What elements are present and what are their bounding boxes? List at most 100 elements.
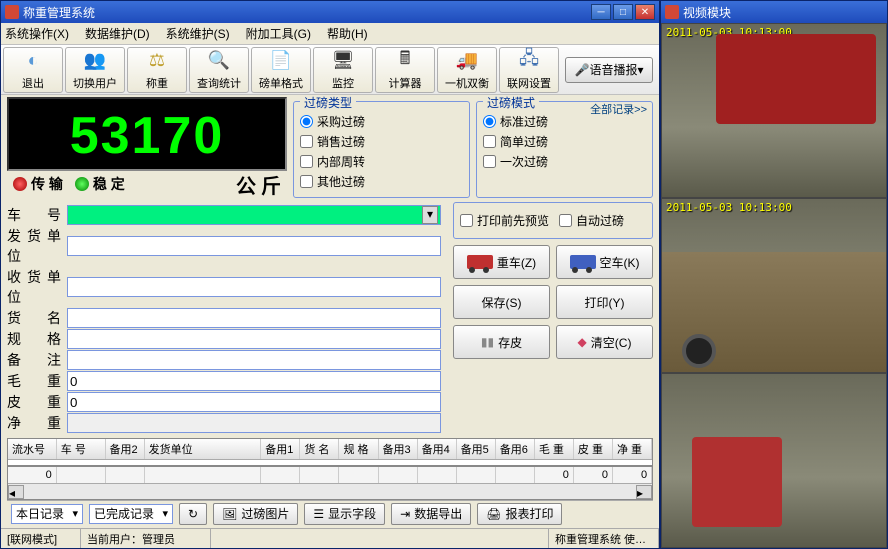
show-fields-button[interactable]: ☰ 显示字段: [304, 503, 385, 525]
col-header[interactable]: 货 名: [300, 439, 339, 459]
weight-display: 53170: [7, 97, 287, 171]
video-title: 视频模块: [683, 4, 731, 21]
video-window: 视频模块 2011-05-03 10:13:00 2011-05-03 10:1…: [660, 0, 888, 549]
weigh-image-button[interactable]: 🖼 过磅图片: [213, 503, 298, 525]
weigh-type-group: 过磅类型 采购过磅 销售过磅 内部周转 其他过磅: [293, 101, 470, 198]
report-print-button[interactable]: 🖨 报表打印: [477, 503, 562, 525]
tool-dual-scale[interactable]: 🚚一机双衡: [437, 47, 497, 93]
main-window: 称重管理系统 ─ □ ✕ 系统操作(X) 数据维护(D) 系统维护(S) 附加工…: [0, 0, 660, 549]
main-title: 称重管理系统: [23, 4, 95, 21]
clear-button[interactable]: ◆清空(C): [556, 325, 653, 359]
check-preview[interactable]: [460, 214, 473, 227]
voice-broadcast-button[interactable]: 🎤 语音播报 ▾: [565, 57, 653, 83]
tool-weigh[interactable]: ⚖称重: [127, 47, 187, 93]
menu-help[interactable]: 帮助(H): [327, 25, 368, 42]
refresh-button[interactable]: ↻: [179, 503, 207, 525]
save-button[interactable]: 保存(S): [453, 285, 550, 319]
camera-feed-2[interactable]: 2011-05-03 10:13:00: [661, 198, 887, 373]
footer-cell: [496, 467, 535, 483]
red-truck-icon: [467, 255, 493, 269]
col-header[interactable]: 备用6: [496, 439, 535, 459]
footer-cell: 0: [574, 467, 613, 483]
net-input: [67, 413, 441, 433]
preview-group: 打印前先预览 自动过磅: [453, 202, 653, 239]
stable-label: 稳 定: [93, 174, 125, 194]
col-header[interactable]: 备用1: [261, 439, 300, 459]
tool-query[interactable]: 🔍查询统计: [189, 47, 249, 93]
transfer-label: 传 输: [31, 174, 63, 194]
done-records-combo[interactable]: 已完成记录: [89, 504, 173, 524]
camera-feed-1[interactable]: 2011-05-03 10:13:00: [661, 23, 887, 198]
goods-input[interactable]: [67, 308, 441, 328]
main-titlebar[interactable]: 称重管理系统 ─ □ ✕: [1, 1, 659, 23]
tool-calculator[interactable]: 🖩计算器: [375, 47, 435, 93]
col-header[interactable]: 备用4: [418, 439, 457, 459]
footer-cell: [379, 467, 418, 483]
footer-cell: [261, 467, 300, 483]
sender-input[interactable]: [67, 236, 441, 256]
minimize-button[interactable]: ─: [591, 4, 611, 20]
footer-cell: [457, 467, 496, 483]
tare-input[interactable]: [67, 392, 441, 412]
unit-label: 公 斤: [125, 170, 281, 199]
app-icon: [5, 5, 19, 19]
menu-sys-maint[interactable]: 系统维护(S): [166, 25, 230, 42]
horizontal-scrollbar[interactable]: ◂▸: [8, 483, 652, 499]
footer-cell: [145, 467, 262, 483]
tool-exit[interactable]: ◐退出: [3, 47, 63, 93]
receiver-input[interactable]: [67, 277, 441, 297]
toolbar: ◐退出 👥切换用户 ⚖称重 🔍查询统计 📄磅单格式 🖥监控 🖩计算器 🚚一机双衡…: [1, 45, 659, 95]
col-header[interactable]: 发货单位: [145, 439, 262, 459]
print-button[interactable]: 打印(Y): [556, 285, 653, 319]
records-table[interactable]: 流水号车 号备用2发货单位备用1货 名规 格备用3备用4备用5备用6毛 重皮 重…: [7, 438, 653, 500]
heavy-vehicle-button[interactable]: 重车(Z): [453, 245, 550, 279]
check-simple[interactable]: [483, 135, 496, 148]
footer-cell: [57, 467, 106, 483]
menu-tools[interactable]: 附加工具(G): [246, 25, 311, 42]
status-bar: [联网模式] 当前用户：管理员 称重管理系统 使…: [1, 528, 659, 548]
menu-system-op[interactable]: 系统操作(X): [5, 25, 69, 42]
footer-cell: [106, 467, 145, 483]
vehicle-combo[interactable]: ▾: [67, 205, 441, 225]
footer-cell: [300, 467, 339, 483]
net-mode-label: [联网模式]: [1, 529, 81, 548]
close-button[interactable]: ✕: [635, 4, 655, 20]
col-header[interactable]: 流水号: [8, 439, 57, 459]
col-header[interactable]: 车 号: [57, 439, 106, 459]
check-other[interactable]: [300, 175, 313, 188]
col-header[interactable]: 备用2: [106, 439, 145, 459]
col-header[interactable]: 净 重: [613, 439, 652, 459]
empty-vehicle-button[interactable]: 空车(K): [556, 245, 653, 279]
col-header[interactable]: 备用3: [379, 439, 418, 459]
check-sales[interactable]: [300, 135, 313, 148]
col-header[interactable]: 皮 重: [574, 439, 613, 459]
tool-monitor[interactable]: 🖥监控: [313, 47, 373, 93]
video-titlebar[interactable]: 视频模块: [661, 1, 887, 23]
note-input[interactable]: [67, 350, 441, 370]
footer-cell: 0: [535, 467, 574, 483]
radio-standard[interactable]: [483, 115, 496, 128]
today-records-combo[interactable]: 本日记录: [11, 504, 83, 524]
col-header[interactable]: 备用5: [457, 439, 496, 459]
col-header[interactable]: 规 格: [339, 439, 378, 459]
video-app-icon: [665, 5, 679, 19]
tool-switch-user[interactable]: 👥切换用户: [65, 47, 125, 93]
footer-cell: [339, 467, 378, 483]
gross-input[interactable]: [67, 371, 441, 391]
weigh-mode-group: 过磅模式 标准过磅 简单过磅 一次过磅: [476, 101, 653, 198]
check-auto[interactable]: [559, 214, 572, 227]
col-header[interactable]: 毛 重: [535, 439, 574, 459]
spec-input[interactable]: [67, 329, 441, 349]
radio-purchase[interactable]: [300, 115, 313, 128]
tool-ticket-format[interactable]: 📄磅单格式: [251, 47, 311, 93]
tool-network[interactable]: 🖧联网设置: [499, 47, 559, 93]
footer-cell: [418, 467, 457, 483]
menubar: 系统操作(X) 数据维护(D) 系统维护(S) 附加工具(G) 帮助(H): [1, 23, 659, 45]
check-internal[interactable]: [300, 155, 313, 168]
store-tare-button[interactable]: ▮▮存皮: [453, 325, 550, 359]
menu-data[interactable]: 数据维护(D): [85, 25, 150, 42]
check-once[interactable]: [483, 155, 496, 168]
camera-feed-3[interactable]: [661, 373, 887, 548]
export-button[interactable]: ⇥ 数据导出: [391, 503, 471, 525]
maximize-button[interactable]: □: [613, 4, 633, 20]
